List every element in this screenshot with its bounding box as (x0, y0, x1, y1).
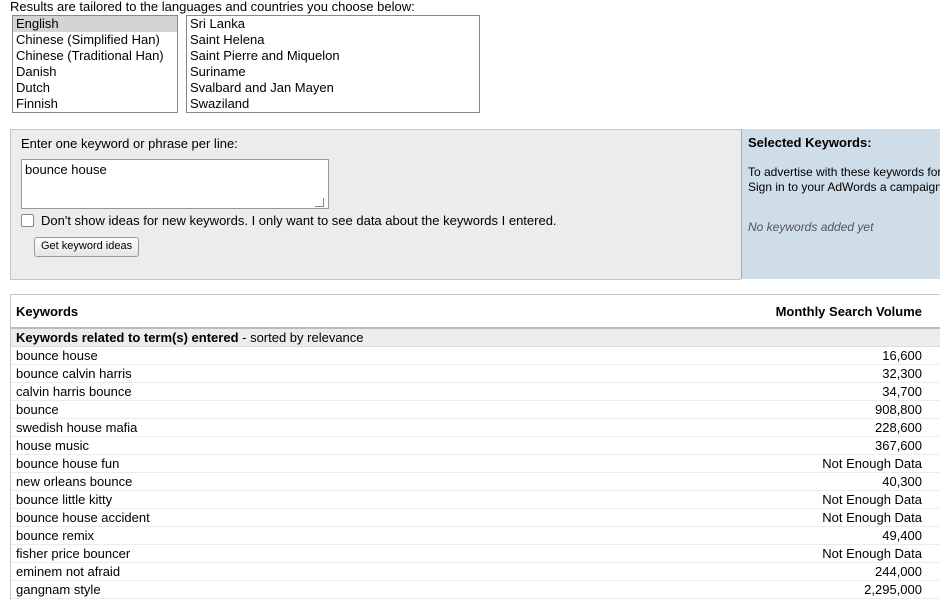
keyword-cell[interactable]: new orleans bounce (16, 473, 132, 490)
search-volume-cell: 16,600 (882, 348, 922, 363)
keyword-cell[interactable]: bounce little kitty (16, 491, 112, 508)
group-title: Keywords related to term(s) entered (16, 330, 239, 345)
table-row[interactable]: gangnam style 2,295,000 (11, 581, 940, 599)
monthly-search-volume-column-header[interactable]: Monthly Search Volume (776, 304, 922, 319)
keyword-cell[interactable]: bounce (16, 401, 59, 418)
language-option[interactable]: Chinese (Simplified Han) (13, 32, 177, 48)
get-keyword-ideas-button[interactable]: Get keyword ideas (34, 237, 140, 257)
search-volume-cell: 32,300 (882, 366, 922, 381)
table-header: Keywords Monthly Search Volume (11, 295, 940, 329)
country-option[interactable]: Sri Lanka (187, 16, 479, 32)
keyword-cell[interactable]: house music (16, 437, 89, 454)
keyword-cell[interactable]: fisher price bouncer (16, 545, 130, 562)
search-volume-cell: 244,000 (875, 564, 922, 579)
search-volume-cell: Not Enough Data (822, 510, 922, 525)
keyword-results-table: Keywords Monthly Search Volume Keywords … (10, 294, 940, 600)
country-listbox[interactable]: Sri Lanka Saint Helena Saint Pierre and Mi… (186, 15, 480, 113)
language-option[interactable]: Dutch (13, 80, 177, 96)
language-option[interactable]: Danish (13, 64, 177, 80)
search-volume-cell: 2,295,000 (864, 582, 922, 597)
keyword-cell[interactable]: bounce calvin harris (16, 365, 132, 382)
language-option[interactable]: Finnish (13, 96, 177, 112)
keyword-cell[interactable]: swedish house mafia (16, 419, 137, 436)
selected-keywords-description: To advertise with these keywords format.… (748, 165, 940, 194)
table-row[interactable]: calvin harris bounce 34,700 (11, 383, 940, 401)
table-row[interactable]: new orleans bounce 40,300 (11, 473, 940, 491)
search-volume-cell: Not Enough Data (822, 492, 922, 507)
search-volume-cell: 49,400 (882, 528, 922, 543)
keyword-entry-label: Enter one keyword or phrase per line: (21, 136, 238, 151)
keyword-cell[interactable]: eminem not afraid (16, 563, 120, 580)
only-entered-keywords-checkbox[interactable] (21, 214, 34, 227)
keyword-textarea[interactable] (21, 159, 329, 209)
table-row[interactable]: bounce calvin harris 32,300 (11, 365, 940, 383)
country-option[interactable]: Suriname (187, 64, 479, 80)
keyword-cell[interactable]: bounce house (16, 347, 98, 364)
language-listbox[interactable]: English Chinese (Simplified Han) Chinese (… (12, 15, 178, 113)
keyword-cell[interactable]: bounce remix (16, 527, 94, 544)
keyword-cell[interactable]: gangnam style (16, 581, 101, 598)
country-option[interactable]: Saint Pierre and Miquelon (187, 48, 479, 64)
table-row[interactable]: swedish house mafia 228,600 (11, 419, 940, 437)
only-entered-keywords-option[interactable]: Don't show ideas for new keywords. I onl… (21, 213, 557, 228)
search-volume-cell: 34,700 (882, 384, 922, 399)
table-row[interactable]: bounce house fun Not Enough Data (11, 455, 940, 473)
table-row[interactable]: house music 367,600 (11, 437, 940, 455)
country-option[interactable]: Swaziland (187, 96, 479, 112)
group-header: Keywords related to term(s) entered - so… (11, 329, 940, 347)
table-row[interactable]: bounce house 16,600 (11, 347, 940, 365)
search-volume-cell: Not Enough Data (822, 456, 922, 471)
keyword-cell[interactable]: calvin harris bounce (16, 383, 132, 400)
search-volume-cell: Not Enough Data (822, 546, 922, 561)
table-body: bounce house 16,600 bounce calvin harris 32… (11, 347, 940, 599)
no-keywords-text: No keywords added yet (748, 220, 874, 234)
table-row[interactable]: eminem not afraid 244,000 (11, 563, 940, 581)
keyword-entry-panel: Enter one keyword or phrase per line: Do… (10, 129, 741, 280)
search-volume-cell: 908,800 (875, 402, 922, 417)
only-entered-keywords-label: Don't show ideas for new keywords. I onl… (41, 213, 557, 228)
search-volume-cell: 228,600 (875, 420, 922, 435)
keyword-cell[interactable]: bounce house fun (16, 455, 119, 472)
country-option[interactable]: Svalbard and Jan Mayen (187, 80, 479, 96)
search-volume-cell: 40,300 (882, 474, 922, 489)
table-row[interactable]: bounce 908,800 (11, 401, 940, 419)
table-row[interactable]: fisher price bouncer Not Enough Data (11, 545, 940, 563)
country-option[interactable]: Saint Helena (187, 32, 479, 48)
search-volume-cell: 367,600 (875, 438, 922, 453)
selected-keywords-panel: Selected Keywords: To advertise with the… (741, 129, 940, 279)
table-row[interactable]: bounce little kitty Not Enough Data (11, 491, 940, 509)
keyword-cell[interactable]: bounce house accident (16, 509, 150, 526)
language-option[interactable]: English (13, 16, 177, 32)
table-row[interactable]: bounce house accident Not Enough Data (11, 509, 940, 527)
intro-text: Results are tailored to the languages an… (10, 0, 415, 14)
resize-grip-icon[interactable] (315, 198, 324, 207)
table-row[interactable]: bounce remix 49,400 (11, 527, 940, 545)
selected-keywords-title: Selected Keywords: (748, 135, 872, 150)
language-option[interactable]: Chinese (Traditional Han) (13, 48, 177, 64)
group-sort-note: - sorted by relevance (238, 330, 364, 345)
keywords-column-header[interactable]: Keywords (16, 304, 78, 319)
